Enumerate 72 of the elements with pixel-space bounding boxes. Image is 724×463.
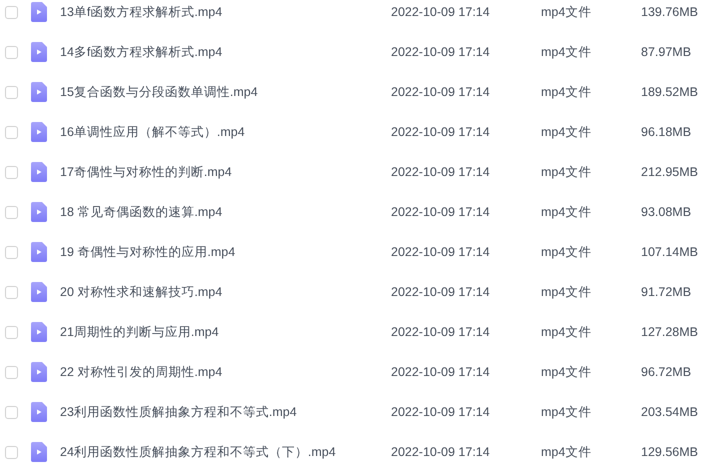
modified-date: 2022-10-09 17:14 xyxy=(391,165,491,179)
checkbox[interactable] xyxy=(5,246,18,258)
file-size: 93.08MB xyxy=(641,205,692,219)
modified-date: 2022-10-09 17:14 xyxy=(391,245,491,259)
file-name[interactable]: 16单调性应用（解不等式）.mp4 xyxy=(60,124,391,140)
modified-date: 2022-10-09 17:14 xyxy=(391,125,491,139)
file-type: mp4文件 xyxy=(541,444,592,460)
file-size: 139.76MB xyxy=(641,5,698,19)
file-type: mp4文件 xyxy=(541,364,592,380)
modified-date: 2022-10-09 17:14 xyxy=(391,405,491,419)
file-type: mp4文件 xyxy=(541,164,592,180)
video-file-icon xyxy=(31,322,47,342)
file-type: mp4文件 xyxy=(541,404,592,420)
file-name[interactable]: 24利用函数性质解抽象方程和不等式（下）.mp4 xyxy=(60,444,391,460)
file-type: mp4文件 xyxy=(541,324,592,340)
checkbox[interactable] xyxy=(5,126,18,138)
file-type: mp4文件 xyxy=(541,4,592,20)
video-file-icon xyxy=(31,162,47,182)
video-file-icon xyxy=(31,242,47,262)
file-name[interactable]: 13单f函数方程求解析式.mp4 xyxy=(60,4,391,20)
modified-date: 2022-10-09 17:14 xyxy=(391,45,491,59)
modified-date: 2022-10-09 17:14 xyxy=(391,325,491,339)
file-size: 91.72MB xyxy=(641,285,692,299)
checkbox[interactable] xyxy=(5,286,18,298)
file-size: 96.72MB xyxy=(641,365,692,379)
file-name[interactable]: 23利用函数性质解抽象方程和不等式.mp4 xyxy=(60,404,391,420)
modified-date: 2022-10-09 17:14 xyxy=(391,445,491,459)
file-type: mp4文件 xyxy=(541,204,592,220)
video-file-icon xyxy=(31,202,47,222)
video-file-icon xyxy=(31,122,47,142)
file-name[interactable]: 17奇偶性与对称性的判断.mp4 xyxy=(60,164,391,180)
checkbox[interactable] xyxy=(5,86,18,98)
checkbox[interactable] xyxy=(5,406,18,418)
video-file-icon xyxy=(31,82,47,102)
modified-date: 2022-10-09 17:14 xyxy=(391,365,491,379)
file-name[interactable]: 15复合函数与分段函数单调性.mp4 xyxy=(60,84,391,100)
file-name[interactable]: 22 对称性引发的周期性.mp4 xyxy=(60,364,391,380)
checkbox[interactable] xyxy=(5,46,18,58)
file-size: 87.97MB xyxy=(641,45,692,59)
video-file-icon xyxy=(31,282,47,302)
file-type: mp4文件 xyxy=(541,244,592,260)
checkbox[interactable] xyxy=(5,6,18,18)
modified-date: 2022-10-09 17:14 xyxy=(391,205,491,219)
file-size: 203.54MB xyxy=(641,405,698,419)
file-size: 127.28MB xyxy=(641,325,698,339)
modified-date: 2022-10-09 17:14 xyxy=(391,85,491,99)
file-size: 107.14MB xyxy=(641,245,698,259)
video-file-icon xyxy=(31,2,47,22)
video-file-icon xyxy=(31,442,47,462)
checkbox[interactable] xyxy=(5,446,18,458)
checkbox[interactable] xyxy=(5,326,18,338)
video-file-icon xyxy=(31,42,47,62)
modified-date: 2022-10-09 17:14 xyxy=(391,5,491,19)
file-size: 96.18MB xyxy=(641,125,692,139)
file-name[interactable]: 18 常见奇偶函数的速算.mp4 xyxy=(60,204,391,220)
file-size: 189.52MB xyxy=(641,85,698,99)
file-name[interactable]: 19 奇偶性与对称性的应用.mp4 xyxy=(60,244,391,260)
file-type: mp4文件 xyxy=(541,284,592,300)
file-type: mp4文件 xyxy=(541,44,592,60)
file-name[interactable]: 14多f函数方程求解析式.mp4 xyxy=(60,44,391,60)
modified-date: 2022-10-09 17:14 xyxy=(391,285,491,299)
file-size: 212.95MB xyxy=(641,165,698,179)
checkbox[interactable] xyxy=(5,206,18,218)
checkbox[interactable] xyxy=(5,166,18,178)
file-size: 129.56MB xyxy=(641,445,698,459)
video-file-icon xyxy=(31,362,47,382)
checkbox[interactable] xyxy=(5,366,18,378)
file-name[interactable]: 21周期性的判断与应用.mp4 xyxy=(60,324,391,340)
file-name[interactable]: 20 对称性求和速解技巧.mp4 xyxy=(60,284,391,300)
file-type: mp4文件 xyxy=(541,124,592,140)
video-file-icon xyxy=(31,402,47,422)
file-type: mp4文件 xyxy=(541,84,592,100)
